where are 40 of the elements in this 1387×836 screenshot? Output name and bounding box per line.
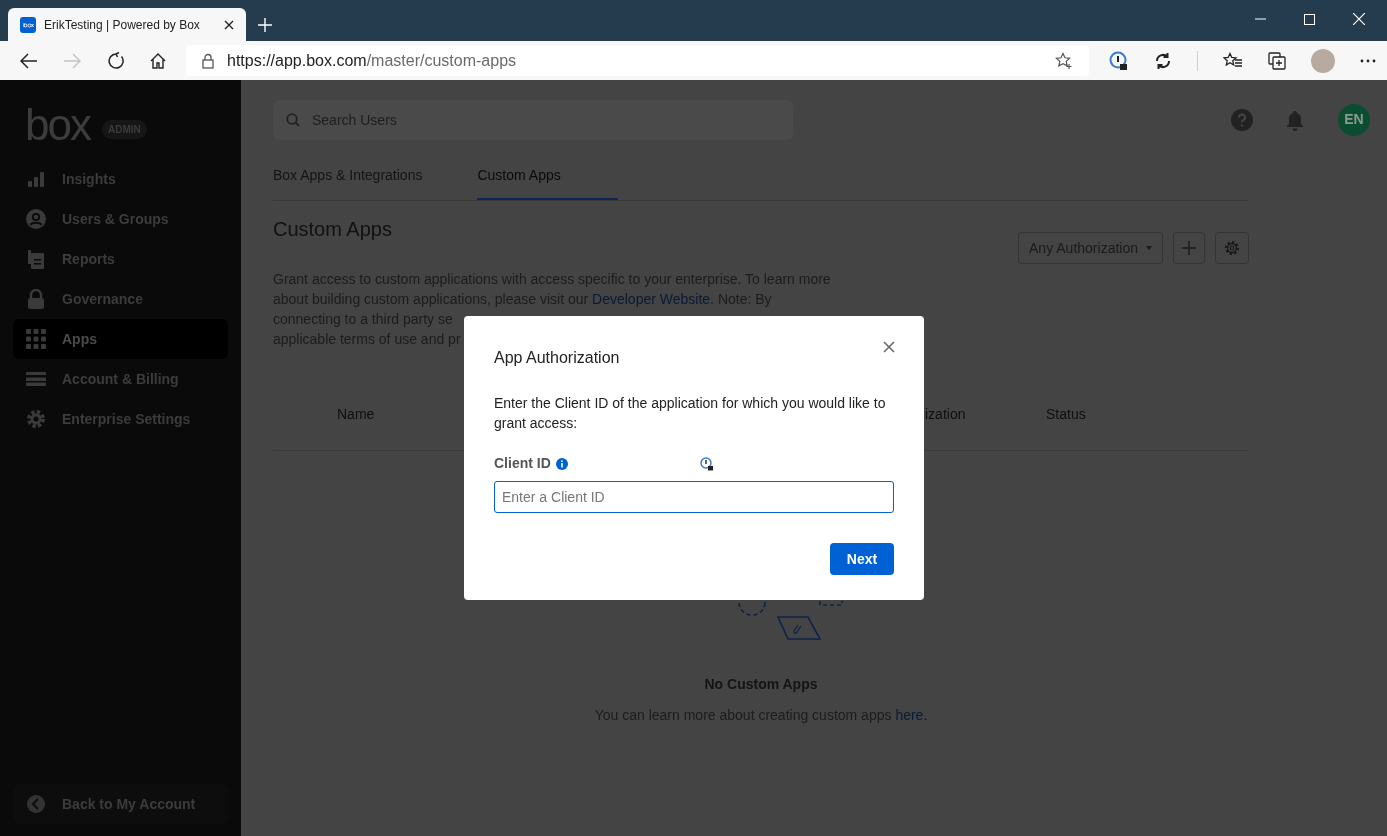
tab-title: ErikTesting | Powered by Box (44, 16, 201, 34)
developer-website-link[interactable]: Developer Website (592, 291, 711, 307)
plus-icon (1182, 241, 1196, 255)
grid-icon (26, 329, 46, 349)
new-tab-icon[interactable] (258, 18, 272, 32)
caret-icon (1146, 246, 1152, 250)
url-text: https://app.box.com/master/custom-apps (227, 50, 518, 71)
lock-icon (202, 52, 214, 69)
favorites-icon[interactable] (1223, 51, 1243, 70)
password-manager-icon[interactable] (1109, 50, 1129, 71)
here-link[interactable]: here (895, 707, 924, 723)
client-id-field[interactable]: Enter a Client ID (494, 481, 894, 513)
back-arrow-icon[interactable] (20, 52, 38, 69)
dialog-title: App Authorization (494, 348, 620, 368)
collections-icon[interactable] (1268, 51, 1286, 70)
more-options-icon[interactable] (1360, 58, 1376, 63)
box-logo-icon (20, 16, 36, 33)
client-id-label: Client ID (494, 454, 551, 473)
dialog-message: Enter the Client ID of the application for which you would like to grant access: (494, 394, 887, 433)
address-bar[interactable]: https://app.box.com/master/custom-apps (186, 45, 1089, 76)
user-avatar[interactable]: EN (1338, 103, 1370, 136)
search-icon (286, 112, 300, 127)
close-icon[interactable] (224, 19, 234, 30)
next-button[interactable]: Next (830, 543, 894, 575)
user-icon (26, 209, 46, 229)
settings-icon (1224, 240, 1240, 256)
refresh-icon[interactable] (107, 51, 125, 70)
document-icon (27, 249, 45, 269)
settings-icon (26, 409, 46, 429)
sidebar-item[interactable]: Apps (13, 319, 228, 359)
bar-chart-icon (27, 170, 45, 188)
password-manager-icon[interactable] (700, 457, 714, 471)
home-icon[interactable] (150, 52, 166, 69)
maximize-icon[interactable] (1304, 13, 1315, 25)
sync-icon[interactable] (1154, 51, 1172, 70)
info-icon[interactable] (555, 457, 568, 470)
star-add-icon[interactable] (1055, 51, 1073, 70)
lock-icon (27, 289, 45, 309)
browser-tab[interactable]: ErikTesting | Powered by Box (8, 8, 246, 41)
tab[interactable]: Custom Apps (477, 165, 619, 200)
